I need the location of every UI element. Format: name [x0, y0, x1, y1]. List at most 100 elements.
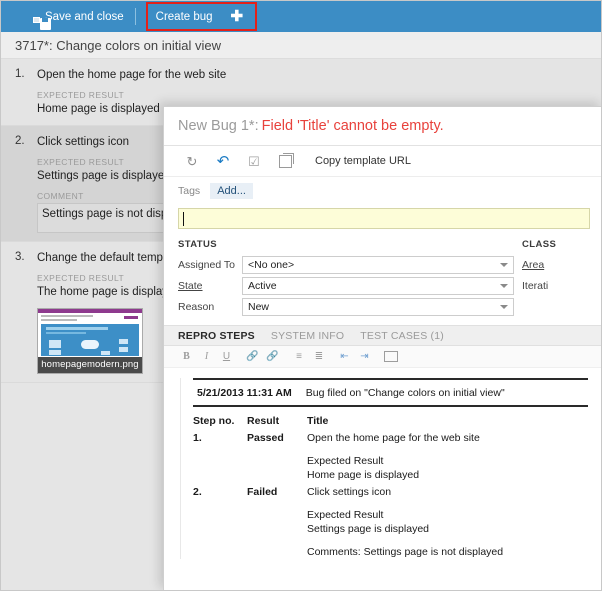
attachment-preview-image	[38, 309, 142, 357]
step-title: Open the home page for the web site	[37, 69, 227, 81]
save-button[interactable]	[1, 1, 26, 32]
filed-description: Bug filed on "Change colors on initial v…	[305, 387, 505, 399]
copy-button[interactable]	[270, 150, 300, 172]
page-title: 3717*: Change colors on initial view	[15, 37, 221, 53]
row-expected-label: Expected Result	[307, 509, 384, 521]
top-toolbar: Save and close Create bug ✚	[1, 1, 601, 32]
revert-button[interactable]: ☑	[239, 150, 269, 172]
bug-title-input[interactable]	[178, 208, 590, 229]
reason-value: New	[248, 300, 270, 313]
row-title: Click settings icon	[307, 486, 392, 498]
create-bug-label: Create bug	[155, 10, 213, 23]
iteration-row: Iterati	[522, 276, 601, 295]
insert-link-icon[interactable]: 🔗	[244, 349, 261, 365]
status-section-label: STATUS	[178, 239, 217, 250]
area-row: Area	[522, 255, 601, 274]
step-number: 2.	[15, 135, 25, 147]
chevron-down-icon	[500, 262, 508, 267]
page-title-bar: 3717*: Change colors on initial view	[1, 32, 601, 59]
indent-icon[interactable]: ⇥	[356, 349, 373, 365]
remove-link-icon[interactable]: 🔗	[264, 349, 281, 365]
reason-select[interactable]: New	[242, 297, 514, 316]
column-title: Title	[307, 415, 329, 427]
italic-icon[interactable]: I	[198, 349, 215, 365]
iteration-label: Iterati	[522, 279, 549, 292]
insert-image-icon[interactable]	[382, 349, 399, 365]
refresh-icon: ↻	[186, 153, 198, 169]
attachment-filename: homepagemodern.png	[38, 357, 142, 373]
row-result: Failed	[247, 486, 278, 498]
save-and-close-label: Save and close	[45, 10, 124, 23]
tab-test-cases[interactable]: TEST CASES (1)	[360, 330, 444, 342]
reason-label: Reason	[178, 300, 215, 313]
dialog-error-message: Field 'Title' cannot be empty.	[261, 118, 444, 134]
state-select[interactable]: Active	[242, 276, 514, 295]
add-plus-icon[interactable]: ✚	[231, 9, 244, 24]
underline-icon[interactable]: U	[218, 349, 235, 365]
step-comment-input[interactable]: Settings page is not displ	[37, 203, 175, 233]
step-number: 3.	[15, 251, 25, 263]
table-row-expected-text: Settings page is displayed	[193, 522, 588, 536]
bullet-list-icon[interactable]: ≡	[290, 349, 307, 365]
reason-row: Reason New	[178, 297, 514, 316]
copy-template-url-link[interactable]: Copy template URL	[315, 155, 411, 167]
dialog-header: New Bug 1*: Field 'Title' cannot be empt…	[164, 107, 601, 146]
undo-button[interactable]: ↶	[208, 150, 238, 172]
create-bug-button[interactable]: Create bug ✚	[139, 1, 251, 32]
assigned-to-label: Assigned To	[178, 258, 236, 271]
chevron-down-icon	[500, 304, 508, 309]
repro-steps-content[interactable]: 5/21/2013 11:31 AM Bug filed on "Change …	[164, 368, 601, 559]
spacer	[193, 536, 588, 545]
table-row-expected: Expected Result	[193, 508, 588, 522]
row-expected-text: Home page is displayed	[307, 469, 420, 481]
editor-toolbar: B I U 🔗 🔗 ≡ ≣ ⇤ ⇥	[164, 346, 601, 368]
table-row-expected-text: Home page is displayed	[193, 468, 588, 482]
assigned-to-row: Assigned To <No one>	[178, 255, 514, 274]
text-caret	[183, 212, 184, 226]
dialog-toolbar: ↻ ↶ ☑ Copy template URL	[164, 146, 601, 177]
table-row: 1. Passed Open the home page for the web…	[193, 431, 588, 445]
tags-row: Tags Add...	[164, 177, 601, 205]
add-tag-button[interactable]: Add...	[210, 183, 253, 199]
outdent-icon[interactable]: ⇤	[336, 349, 353, 365]
spacer	[193, 499, 588, 508]
repro-steps-table: Step no. Result Title 1. Passed Open the…	[193, 413, 588, 559]
save-and-close-button[interactable]: Save and close	[26, 1, 132, 32]
fields-area: STATUS Assigned To <No one> State Active	[164, 237, 601, 318]
title-field-wrapper	[164, 205, 601, 237]
status-column: STATUS Assigned To <No one> State Active	[178, 239, 514, 318]
state-value: Active	[248, 279, 277, 292]
revert-icon: ☑	[248, 153, 260, 169]
chevron-down-icon	[500, 283, 508, 288]
undo-icon: ↶	[216, 152, 230, 170]
table-row-comment: Comments: Settings page is not displayed	[193, 545, 588, 559]
classification-section-label: CLASS	[522, 239, 557, 250]
bug-filed-row: 5/21/2013 11:31 AM Bug filed on "Change …	[193, 380, 588, 407]
app-window: Save and close Create bug ✚ 3717*: Chang…	[0, 0, 602, 591]
new-bug-dialog: New Bug 1*: Field 'Title' cannot be empt…	[163, 106, 601, 590]
row-expected-label: Expected Result	[307, 455, 384, 467]
table-row-expected: Expected Result	[193, 454, 588, 468]
tab-system-info[interactable]: SYSTEM INFO	[271, 330, 344, 342]
copy-icon	[278, 152, 294, 168]
column-step-no: Step no.	[193, 415, 235, 427]
table-row: 2. Failed Click settings icon	[193, 482, 588, 499]
state-label: State	[178, 279, 203, 292]
attachment-thumbnail[interactable]: homepagemodern.png	[37, 308, 143, 374]
bold-icon[interactable]: B	[178, 349, 195, 365]
refresh-button[interactable]: ↻	[177, 150, 207, 172]
assigned-to-value: <No one>	[248, 258, 295, 271]
row-expected-text: Settings page is displayed	[307, 523, 429, 535]
numbered-list-icon[interactable]: ≣	[310, 349, 327, 365]
row-step-no: 1.	[193, 432, 202, 444]
assigned-to-select[interactable]: <No one>	[242, 255, 514, 274]
step-number: 1.	[15, 68, 25, 80]
filed-date: 5/21/2013 11:31 AM	[197, 387, 292, 399]
row-step-no: 2.	[193, 486, 202, 498]
step-expected-label: EXPECTED RESULT	[37, 90, 125, 100]
row-comment: Comments: Settings page is not displayed	[307, 546, 504, 558]
row-result: Passed	[247, 432, 284, 444]
column-result: Result	[247, 415, 280, 427]
tab-repro-steps[interactable]: REPRO STEPS	[178, 330, 255, 342]
spacer	[193, 445, 588, 454]
